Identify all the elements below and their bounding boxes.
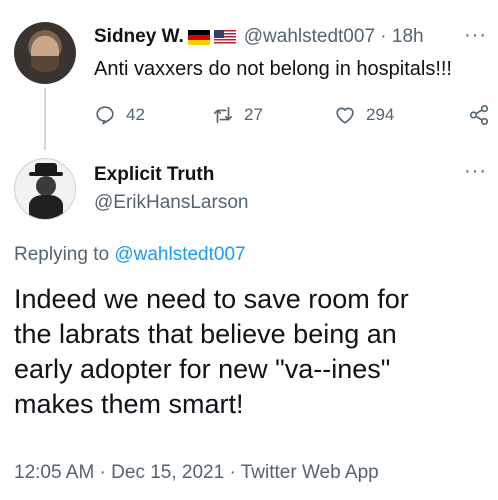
author-handle[interactable]: @wahlstedt007 bbox=[244, 26, 375, 47]
flag-germany-icon bbox=[187, 29, 210, 45]
more-options-icon[interactable]: ··· bbox=[464, 24, 487, 47]
tweet-text-line: early adopter for new "va--ines" bbox=[14, 354, 391, 384]
avatar-head bbox=[36, 176, 56, 196]
thread-line bbox=[44, 88, 46, 150]
tweet-actions: 42 27 294 bbox=[94, 100, 498, 130]
separator-dot: · bbox=[380, 26, 387, 47]
tweet-text-line: Indeed we need to save room for bbox=[14, 284, 409, 314]
tweet-text-line: makes them smart! bbox=[14, 389, 244, 419]
avatar-beard bbox=[31, 56, 59, 72]
author-name[interactable]: Explicit Truth bbox=[94, 164, 214, 186]
author-handle[interactable]: @ErikHansLarson bbox=[94, 192, 248, 214]
avatar[interactable] bbox=[14, 22, 76, 84]
tweet-text: Anti vaxxers do not belong in hospitals!… bbox=[94, 58, 452, 80]
original-tweet[interactable]: Sidney W. @wahlstedt007 · 18h ··· Anti v… bbox=[0, 0, 498, 150]
tweet-text: Indeed we need to save room for the labr… bbox=[14, 282, 492, 422]
retweet-icon bbox=[213, 106, 233, 124]
replying-to: Replying to @wahlstedt007 bbox=[14, 244, 246, 266]
author-name[interactable]: Sidney W. bbox=[94, 26, 184, 48]
like-button[interactable]: 294 bbox=[334, 104, 394, 126]
retweet-count: 27 bbox=[244, 105, 263, 124]
flag-usa-icon bbox=[213, 29, 236, 45]
heart-icon bbox=[336, 107, 354, 124]
avatar[interactable] bbox=[14, 158, 76, 220]
share-icon bbox=[469, 105, 489, 125]
retweet-button[interactable]: 27 bbox=[212, 104, 263, 126]
reply-icon bbox=[96, 106, 114, 125]
tweet-time[interactable]: 18h bbox=[392, 26, 424, 47]
tweet-text-line: the labrats that believe being an bbox=[14, 319, 397, 349]
tweet-header: Sidney W. @wahlstedt007 · 18h bbox=[94, 26, 424, 48]
replying-to-mention[interactable]: @wahlstedt007 bbox=[114, 244, 245, 265]
more-options-icon[interactable]: ··· bbox=[464, 160, 487, 183]
avatar-body bbox=[29, 195, 63, 219]
reply-count: 42 bbox=[126, 105, 145, 124]
reply-button[interactable]: 42 bbox=[94, 104, 145, 126]
replying-to-label: Replying to bbox=[14, 244, 110, 265]
tweet-timestamp[interactable]: 12:05 AM · Dec 15, 2021 · Twitter Web Ap… bbox=[14, 462, 379, 484]
share-button[interactable] bbox=[468, 104, 498, 126]
like-count: 294 bbox=[366, 105, 395, 124]
